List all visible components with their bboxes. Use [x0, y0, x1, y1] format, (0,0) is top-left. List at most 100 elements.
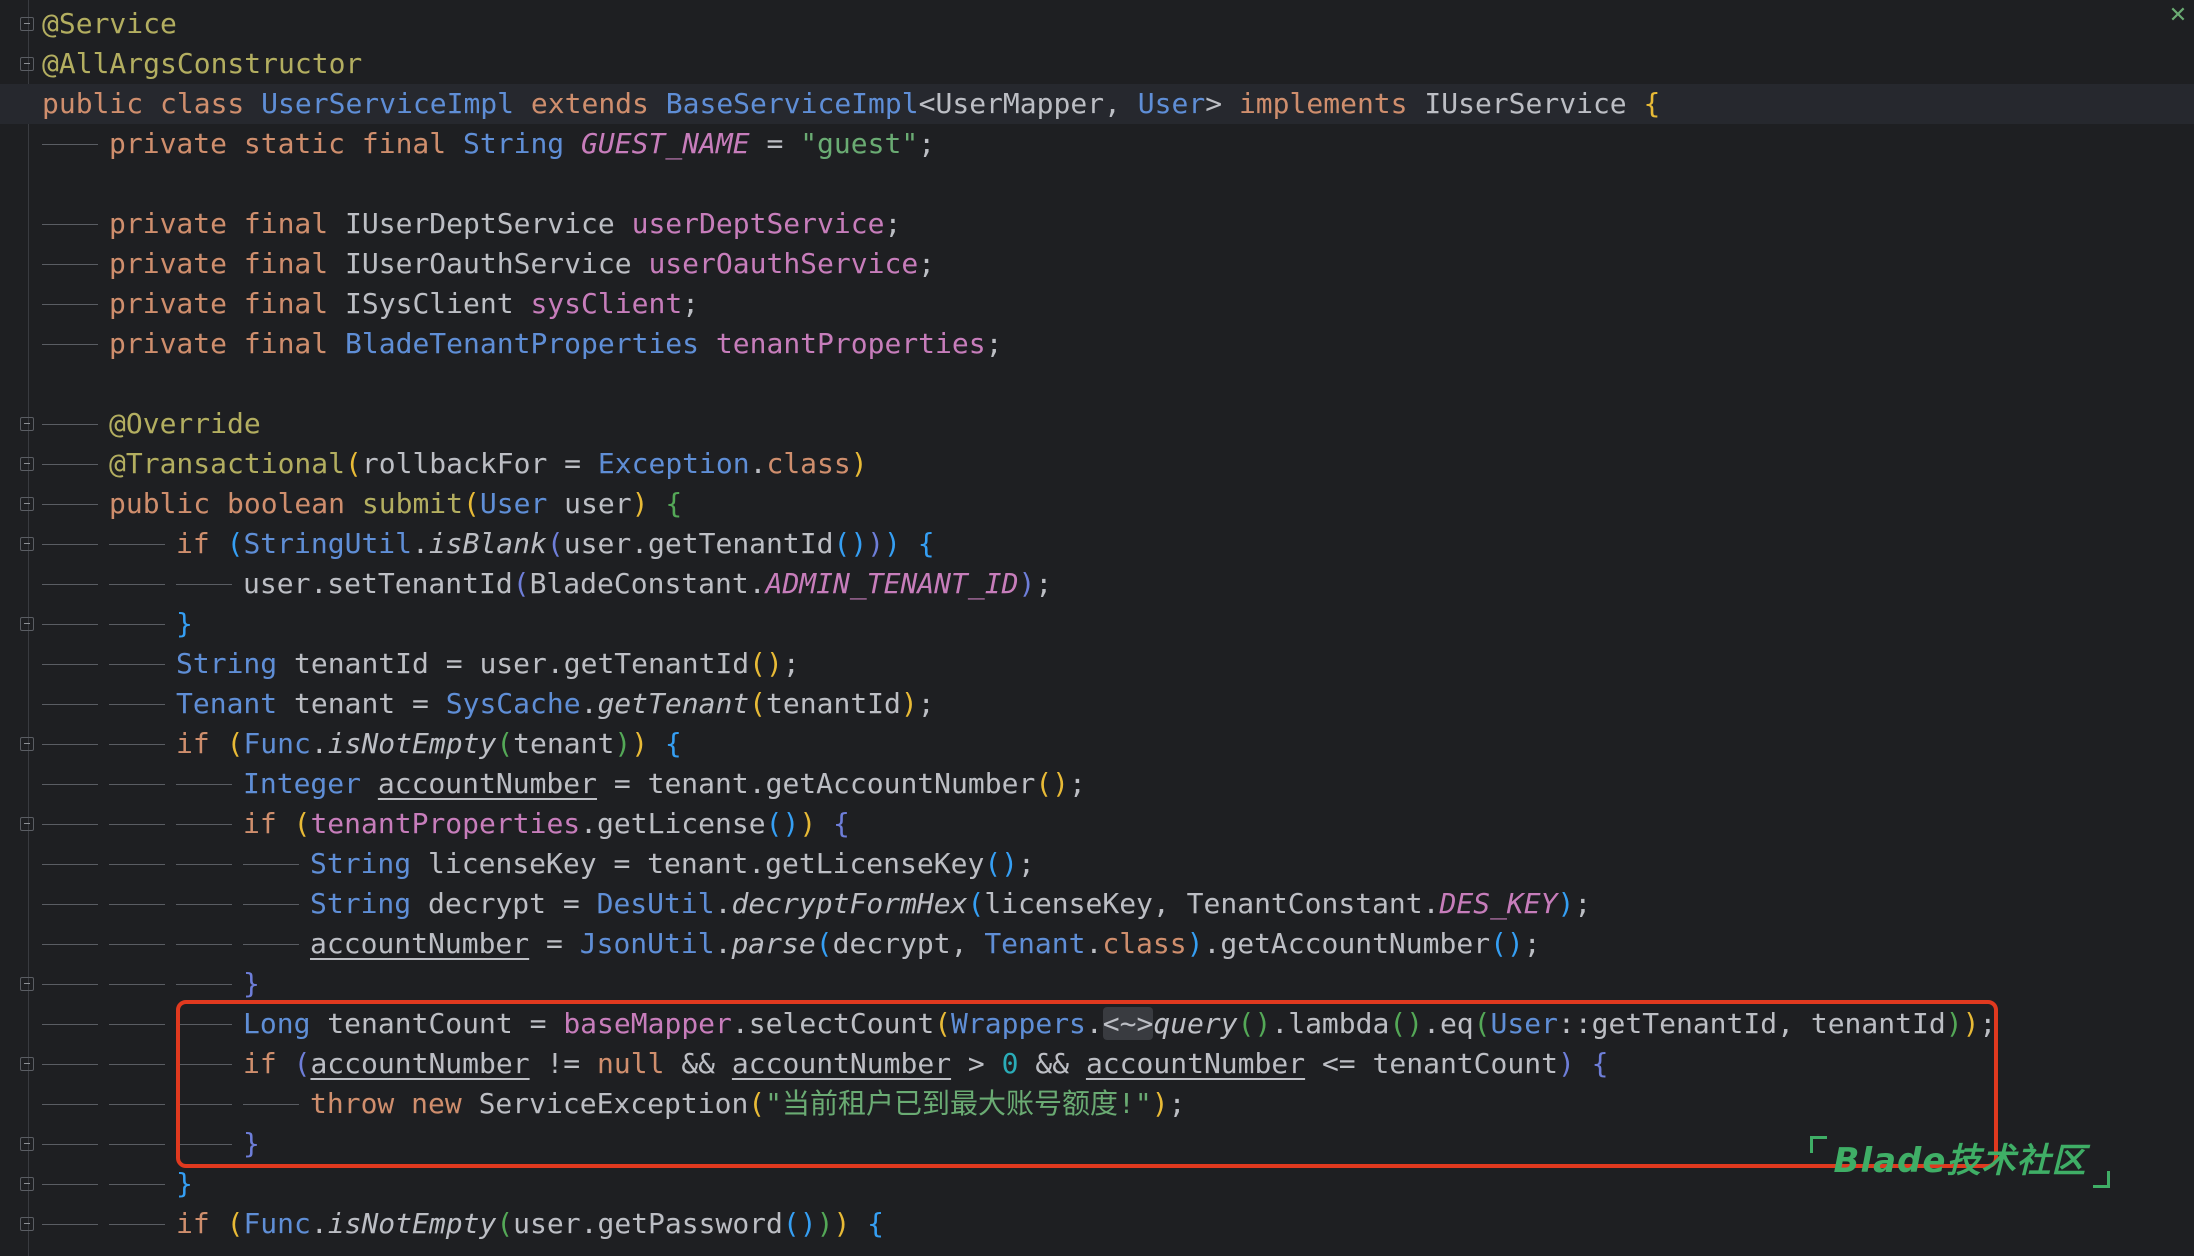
- code-text: ;: [985, 327, 1003, 360]
- fold-marker-icon[interactable]: [20, 1057, 34, 1071]
- code-text: .getLicense: [580, 807, 766, 840]
- code-line-empty[interactable]: [42, 164, 2194, 204]
- code-line-current[interactable]: public class UserServiceImpl extends Bas…: [0, 84, 2194, 124]
- code-line[interactable]: @Service: [42, 4, 2194, 44]
- fold-marker-icon[interactable]: [20, 1217, 34, 1231]
- code-line[interactable]: @AllArgsConstructor: [42, 44, 2194, 84]
- paren: (: [546, 527, 564, 560]
- code-line[interactable]: private static final String GUEST_NAME =…: [42, 124, 2194, 164]
- field-name: tenantProperties: [715, 327, 986, 360]
- code-line[interactable]: private final IUserDeptService userDeptS…: [42, 204, 2194, 244]
- code-text: .: [749, 447, 767, 480]
- keyword: public boolean: [109, 487, 362, 520]
- keyword: private static final: [109, 127, 464, 160]
- code-line[interactable]: String tenantId = user.getTenantId();: [42, 644, 2194, 684]
- code-line[interactable]: public boolean submit(User user) {: [42, 484, 2194, 524]
- code-text: tenant =: [294, 687, 446, 720]
- fold-marker-icon[interactable]: [20, 737, 34, 751]
- highlight-annotation-box: [176, 1000, 1998, 1168]
- code-text: .: [1085, 927, 1103, 960]
- code-line[interactable]: private final ISysClient sysClient;: [42, 284, 2194, 324]
- paren: (: [967, 887, 985, 920]
- indent-guide: [176, 944, 232, 945]
- code-text: BladeConstant.: [529, 567, 766, 600]
- brace: {: [850, 1207, 885, 1240]
- keyword: class: [766, 447, 851, 480]
- code-text: user: [547, 487, 632, 520]
- code-line[interactable]: Tenant tenant = SysCache.getTenant(tenan…: [42, 684, 2194, 724]
- code-text: user.setTenantId: [243, 567, 513, 600]
- type-name: String: [176, 647, 295, 680]
- code-line[interactable]: if (StringUtil.isBlank(user.getTenantId(…: [42, 524, 2194, 564]
- code-text: ;: [782, 647, 800, 680]
- editor-gutter: [0, 0, 36, 1256]
- fold-marker-icon[interactable]: [20, 497, 34, 511]
- code-line[interactable]: @Override: [42, 404, 2194, 444]
- watermark-text: Blade技术社区: [1833, 1141, 2087, 1181]
- indent-guide: [42, 1184, 98, 1185]
- code-line[interactable]: }: [42, 604, 2194, 644]
- paren: (): [782, 1207, 817, 1240]
- fold-marker-icon[interactable]: [20, 617, 34, 631]
- paren: (: [226, 727, 244, 760]
- indent-guide: [42, 304, 98, 305]
- paren: ): [1018, 567, 1036, 600]
- code-line[interactable]: String decrypt = DesUtil.decryptFormHex(…: [42, 884, 2194, 924]
- close-icon[interactable]: ✕: [2166, 4, 2190, 28]
- indent-guide: [109, 584, 165, 585]
- code-line[interactable]: accountNumber = JsonUtil.parse(decrypt, …: [42, 924, 2194, 964]
- indent-guide: [109, 984, 165, 985]
- code-line-empty[interactable]: [42, 364, 2194, 404]
- indent-guide: [109, 744, 165, 745]
- fold-marker-icon[interactable]: [20, 17, 34, 31]
- keyword: private final: [109, 327, 346, 360]
- fold-marker-icon[interactable]: [20, 417, 34, 431]
- indent-guide: [42, 464, 98, 465]
- indent-guide: [42, 624, 98, 625]
- type-name: SysCache: [445, 687, 581, 720]
- paren: (): [1035, 767, 1070, 800]
- fold-marker-icon[interactable]: [20, 817, 34, 831]
- code-line[interactable]: String licenseKey = tenant.getLicenseKey…: [42, 844, 2194, 884]
- paren: (): [765, 807, 800, 840]
- indent-guide: [42, 1064, 98, 1065]
- code-line[interactable]: if (Func.isNotEmpty(user.getPassword()))…: [42, 1204, 2194, 1244]
- code-line[interactable]: Integer accountNumber = tenant.getAccoun…: [42, 764, 2194, 804]
- code-line[interactable]: @Transactional(rollbackFor = Exception.c…: [42, 444, 2194, 484]
- indent-guide: [42, 1104, 98, 1105]
- indent-guide: [42, 1024, 98, 1025]
- code-line[interactable]: if (tenantProperties.getLicense()) {: [42, 804, 2194, 844]
- type-name: Tenant: [176, 687, 295, 720]
- code-line[interactable]: }: [42, 964, 2194, 1004]
- code-text: rollbackFor =: [361, 447, 598, 480]
- keyword: private final: [109, 247, 346, 280]
- code-text: user.getPassword: [513, 1207, 783, 1240]
- fold-marker-icon[interactable]: [20, 1137, 34, 1151]
- code-line[interactable]: private final BladeTenantProperties tena…: [42, 324, 2194, 364]
- paren: (: [496, 727, 514, 760]
- indent-guide: [109, 784, 165, 785]
- fold-marker-icon[interactable]: [20, 977, 34, 991]
- fold-marker-icon[interactable]: [20, 457, 34, 471]
- fold-marker-icon[interactable]: [20, 537, 34, 551]
- mutable-variable: accountNumber: [377, 767, 598, 800]
- indent-guide: [109, 624, 165, 625]
- paren: (): [749, 647, 783, 680]
- code-text: .: [714, 927, 732, 960]
- indent-guide: [42, 984, 98, 985]
- code-line[interactable]: if (Func.isNotEmpty(tenant)) {: [42, 724, 2194, 764]
- fold-marker-icon[interactable]: [20, 57, 34, 71]
- constant: ADMIN_TENANT_ID: [765, 567, 1019, 600]
- indent-guide: [109, 1064, 165, 1065]
- paren: ): [900, 687, 918, 720]
- code-text: ;: [884, 207, 902, 240]
- code-editor[interactable]: @Service @AllArgsConstructor public clas…: [0, 0, 2194, 1256]
- indent-guide: [42, 584, 98, 585]
- code-text: ;: [682, 287, 700, 320]
- fold-marker-icon[interactable]: [20, 1177, 34, 1191]
- code-line[interactable]: private final IUserOauthService userOaut…: [42, 244, 2194, 284]
- indent-guide: [176, 824, 232, 825]
- field-name: tenantProperties: [310, 807, 581, 840]
- paren: (: [512, 567, 530, 600]
- code-line[interactable]: user.setTenantId(BladeConstant.ADMIN_TEN…: [42, 564, 2194, 604]
